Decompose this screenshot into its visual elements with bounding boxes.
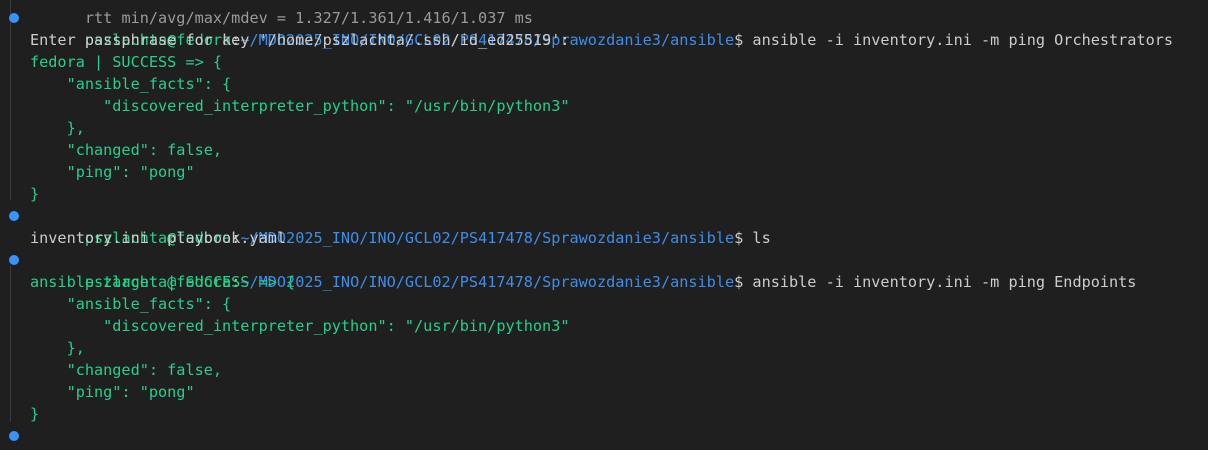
- json-line: "discovered_interpreter_python": "/usr/b…: [30, 97, 570, 115]
- terminal-panel[interactable]: rtt min/avg/max/mdev = 1.327/1.361/1.416…: [0, 0, 1208, 450]
- command-status-dot-icon[interactable]: [9, 211, 19, 221]
- passphrase-prompt-line: Enter passphrase for key '/home/pszlacht…: [30, 31, 570, 49]
- prompt-line: pszlachta@fedora:~/MDO2025_INO/INO/GCL02…: [0, 249, 1208, 291]
- json-line: "discovered_interpreter_python": "/usr/b…: [30, 317, 570, 335]
- json-line: }: [30, 185, 40, 203]
- terminal-line-partial: rtt min/avg/max/mdev = 1.327/1.361/1.416…: [84, 9, 533, 27]
- json-line: "changed": false,: [30, 141, 223, 159]
- ping-result-header: fedora | SUCCESS => {: [30, 53, 223, 71]
- ping-result-header: ansible-target | SUCCESS => {: [30, 273, 296, 291]
- command-status-dot-icon[interactable]: [9, 13, 19, 23]
- json-line: "ansible_facts": {: [30, 75, 232, 93]
- ls-output-line: inventory.ini playbook.yaml: [30, 229, 287, 247]
- json-line: },: [30, 339, 85, 357]
- json-line: },: [30, 119, 85, 137]
- prompt-line: pszlachta@fedora:~/MDO2025_INO/INO/GCL02…: [0, 205, 1208, 247]
- command-status-dot-icon[interactable]: [9, 431, 19, 441]
- prompt-line: pszlachta@fedora:~/MDO2025_INO/INO/GCL02…: [0, 425, 1208, 450]
- json-line: "changed": false,: [30, 361, 223, 379]
- json-line: }: [30, 405, 40, 423]
- command-status-dot-icon[interactable]: [9, 255, 19, 265]
- json-line: "ping": "pong": [30, 383, 195, 401]
- terminal-output: rtt min/avg/max/mdev = 1.327/1.361/1.416…: [0, 0, 1208, 450]
- json-line: "ansible_facts": {: [30, 295, 232, 313]
- prompt-line: pszlachta@fedora:~/MDO2025_INO/INO/GCL02…: [0, 7, 1208, 49]
- json-line: "ping": "pong": [30, 163, 195, 181]
